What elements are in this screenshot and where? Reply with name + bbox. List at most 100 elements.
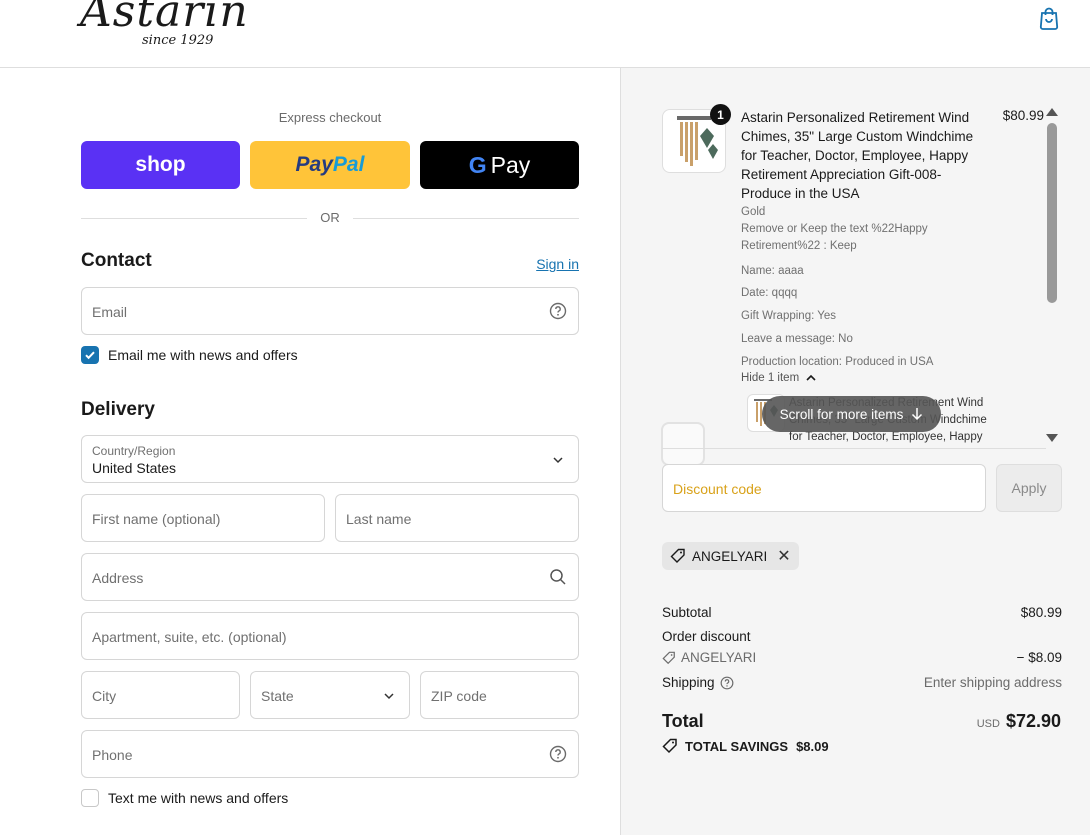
order-discount-code-row: ANGELYARI − $8.09 [662,650,1062,665]
next-item-thumbnail [661,422,705,466]
order-discount-code-text: ANGELYARI [681,650,757,665]
state-placeholder: State [261,688,294,704]
email-field[interactable]: Email [81,287,579,335]
chevron-down-icon [553,457,563,464]
item-option: Date: qqqq [741,287,798,299]
phone-placeholder: Phone [92,747,133,763]
express-checkout-label: Express checkout [278,110,382,125]
phone-field[interactable]: Phone [81,730,579,778]
email-placeholder: Email [92,304,128,320]
email-news-row: Email me with news and offers [81,345,298,365]
logo-wordmark: Astarin [80,0,249,37]
tag-icon [670,548,685,563]
total-savings: TOTAL SAVINGS $8.09 [662,738,837,754]
applied-discount-tag: ANGELYARI ✕ [662,542,799,570]
discount-placeholder: Discount code [673,481,762,497]
items-scrollbar[interactable] [1046,108,1058,448]
zip-placeholder: ZIP code [431,688,487,704]
last-name-field[interactable]: Last name [335,494,579,542]
sign-in-link[interactable]: Sign in [520,256,579,272]
google-pay-label: Pay [490,151,531,178]
cart-button[interactable] [1036,5,1062,31]
subtotal-label: Subtotal [662,605,712,620]
total-currency: USD [976,718,1000,730]
item-option: Production location: Produced in USA [741,356,934,368]
zip-field[interactable]: ZIP code [420,671,579,719]
apply-discount-button[interactable]: Apply [996,464,1062,512]
last-name-placeholder: Last name [346,511,412,527]
text-news-checkbox[interactable] [81,789,99,807]
discount-code-field[interactable]: Discount code [662,464,986,512]
state-select[interactable]: State [250,671,410,719]
apartment-field[interactable]: Apartment, suite, etc. (optional) [81,612,579,660]
item-title: Astarin Personalized Retirement Wind Chi… [741,110,974,201]
remove-discount-icon[interactable]: ✕ [777,546,790,566]
google-pay-button[interactable]: G Pay [420,141,579,189]
quantity-badge: 1 [710,104,731,125]
shipping-value: Enter shipping address [923,675,1062,690]
delivery-heading: Delivery [81,399,155,420]
order-discount-code: ANGELYARI [662,650,1062,665]
applied-discount-code: ANGELYARI [692,548,768,564]
text-news-row: Text me with news and offers [81,788,288,808]
first-name-field[interactable]: First name (optional) [81,494,325,542]
or-divider: OR [81,208,579,228]
address-placeholder: Address [92,570,144,586]
shop-pay-label: shop [135,153,186,176]
paypal-label-pay: Pay [295,153,333,176]
scroll-up-arrow-icon[interactable] [1046,108,1058,116]
item-option: Name: aaaa [741,265,804,277]
savings-value: $8.09 [796,738,829,754]
apartment-placeholder: Apartment, suite, etc. (optional) [92,629,287,645]
scroll-hint-label: Scroll for more items [779,406,904,422]
search-icon [550,569,566,585]
text-news-label: Text me with news and offers [108,790,289,806]
item-variant: Gold [741,206,766,218]
help-circle-icon[interactable] [549,302,567,320]
item-option: Remove or Keep the text %22Happy Retirem… [741,223,928,252]
contact-heading: Contact [81,250,152,271]
items-divider [662,448,1046,449]
help-circle-icon[interactable] [549,745,567,763]
shipping-label: Shipping [662,675,715,690]
order-discount-value: − $8.09 [1016,650,1062,665]
scrollbar-thumb[interactable] [1047,123,1057,303]
city-field[interactable]: City [81,671,240,719]
total-amount: USD $72.90 [977,711,1061,732]
tag-icon [662,651,675,664]
order-discount-label: Order discount [662,629,751,644]
hide-items-toggle[interactable]: Hide 1 item [741,372,818,384]
google-g-icon: G [468,151,487,178]
email-news-label: Email me with news and offers [108,347,298,363]
brand-logo[interactable]: Astarin since 1929 [80,0,285,50]
country-value: United States [92,460,177,476]
paypal-button[interactable]: Pay Pal [250,141,410,189]
item-option: Gift Wrapping: Yes [741,310,837,322]
paypal-label-pal: Pal [332,153,365,176]
scroll-down-arrow-icon[interactable] [1046,434,1058,442]
site-header: Astarin since 1929 [0,0,1090,68]
checkmark-icon [85,351,95,360]
savings-label: TOTAL SAVINGS [685,738,789,754]
or-label: OR [320,210,340,225]
country-select[interactable]: Country/Region United States [81,435,579,483]
scroll-for-more-button[interactable]: Scroll for more items [762,396,941,432]
item-option: Leave a message: No [741,333,853,345]
address-field[interactable]: Address [81,553,579,601]
city-placeholder: City [92,688,117,704]
email-news-checkbox[interactable] [81,346,99,364]
shopping-bag-icon [1039,7,1059,30]
total-value: $72.90 [1005,711,1061,731]
total-label: Total [662,711,704,731]
shipping-row: Shipping Enter shipping address [662,675,1062,690]
order-discount-row: Order discount [662,629,1062,644]
tag-icon [662,738,677,754]
help-circle-icon[interactable] [720,676,734,690]
item-price: $80.99 [1002,108,1044,123]
arrow-down-icon [912,408,923,421]
first-name-placeholder: First name (optional) [92,511,221,527]
hide-items-label: Hide 1 item [741,372,800,384]
chevron-down-icon [384,693,394,700]
subtotal-value: $80.99 [1020,605,1062,620]
shop-pay-button[interactable]: shop [81,141,240,189]
